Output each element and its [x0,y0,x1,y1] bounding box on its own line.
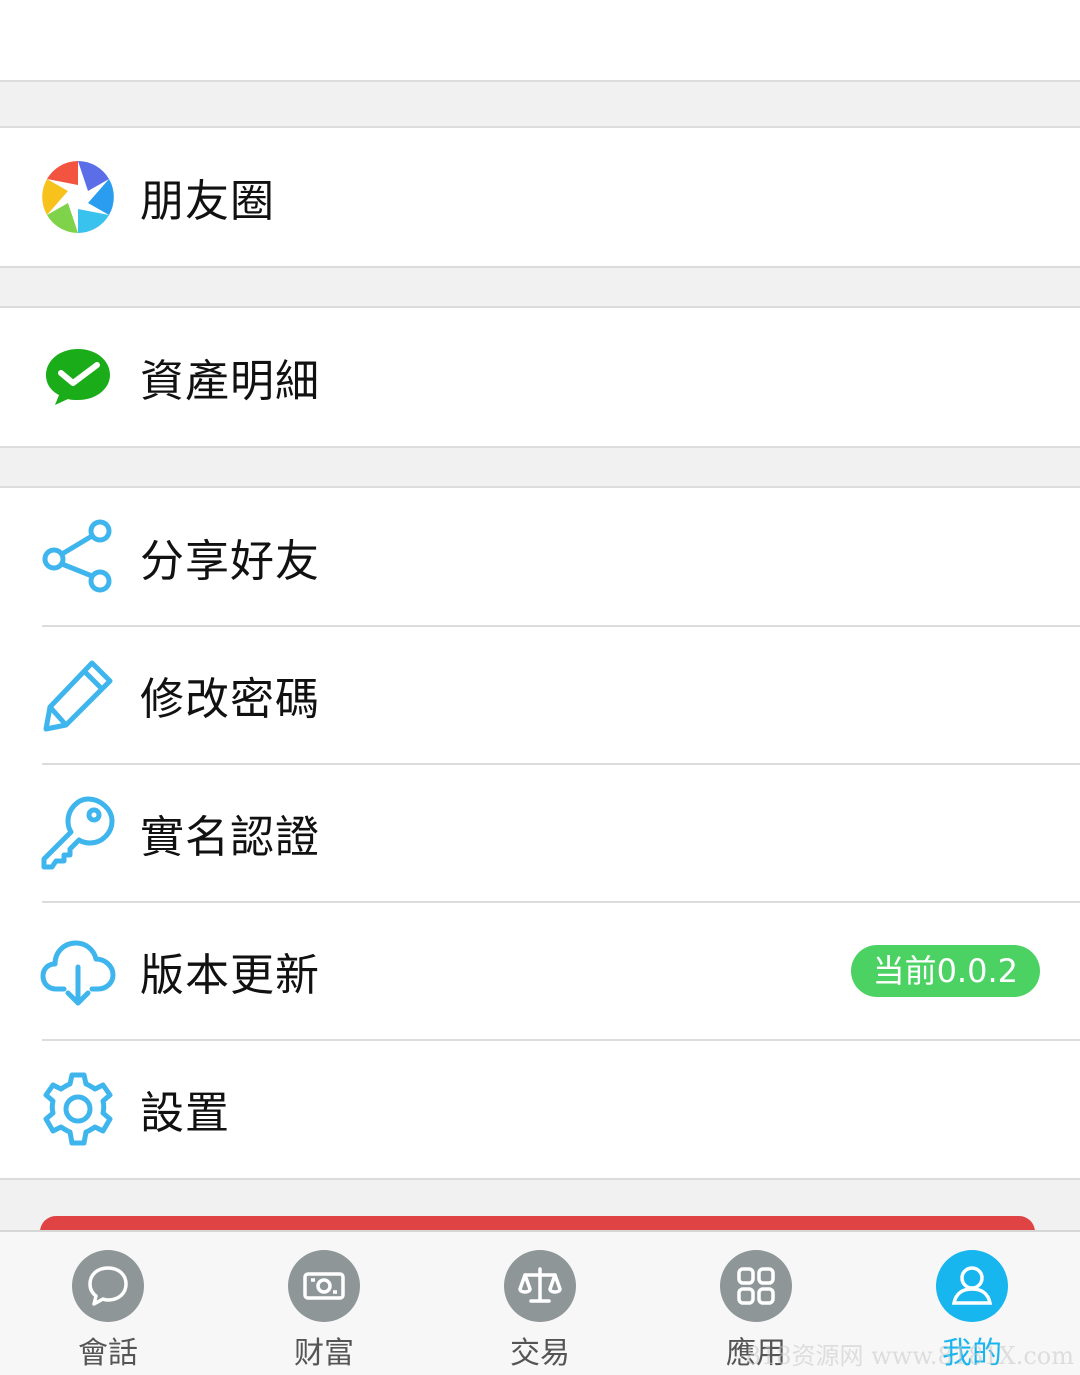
menu-item-label: 朋友圈 [140,176,275,227]
apps-grid-icon [720,1250,792,1322]
menu-item-label: 設置 [140,1088,230,1139]
tab-label: 交易 [510,1336,570,1371]
version-badge: 当前0.0.2 [850,945,1040,997]
tab-chats[interactable]: 會話 [0,1232,216,1375]
aperture-icon [40,159,116,235]
gear-icon [40,1071,116,1147]
menu-item-label: 版本更新 [140,950,320,1001]
menu-item-label: 資產明細 [140,356,320,407]
menu-item-share[interactable]: 分享好友 [0,488,1080,627]
section-moments: 朋友圈 [0,126,1080,268]
section-account-settings: 分享好友 修改密碼 實名認證 版本更新 当前0.0.2 設置 [0,486,1080,1180]
menu-item-label: 分享好友 [140,536,320,587]
cloud-download-icon [40,933,116,1009]
key-icon [40,795,116,871]
pencil-icon [40,657,116,733]
profile-page: 朋友圈 資產明細 分享好友 修改密碼 實名認證 版本更新 当前0.0.2 設置 … [0,0,1080,1375]
chat-bubble-icon [72,1250,144,1322]
tab-label: 會話 [78,1336,138,1371]
menu-item-assets[interactable]: 資產明細 [0,308,1080,446]
top-blank-area [0,0,1080,82]
scale-icon [504,1250,576,1322]
section-assets: 資產明細 [0,306,1080,448]
tab-label: 财富 [294,1336,354,1371]
cash-icon [288,1250,360,1322]
wechat-pay-icon [40,339,116,415]
tab-wealth[interactable]: 财富 [216,1232,432,1375]
menu-item-settings[interactable]: 設置 [0,1040,1080,1178]
tab-trade[interactable]: 交易 [432,1232,648,1375]
share-icon [40,519,116,595]
menu-item-moments[interactable]: 朋友圈 [0,128,1080,266]
menu-item-label: 實名認證 [140,812,320,863]
menu-item-change-password[interactable]: 修改密碼 [0,626,1080,765]
menu-item-verification[interactable]: 實名認證 [0,764,1080,903]
watermark: 818资源网 www.8181X.com [745,1342,1074,1370]
menu-item-label: 修改密碼 [140,674,320,725]
user-icon [936,1250,1008,1322]
menu-item-version-update[interactable]: 版本更新 当前0.0.2 [0,902,1080,1041]
